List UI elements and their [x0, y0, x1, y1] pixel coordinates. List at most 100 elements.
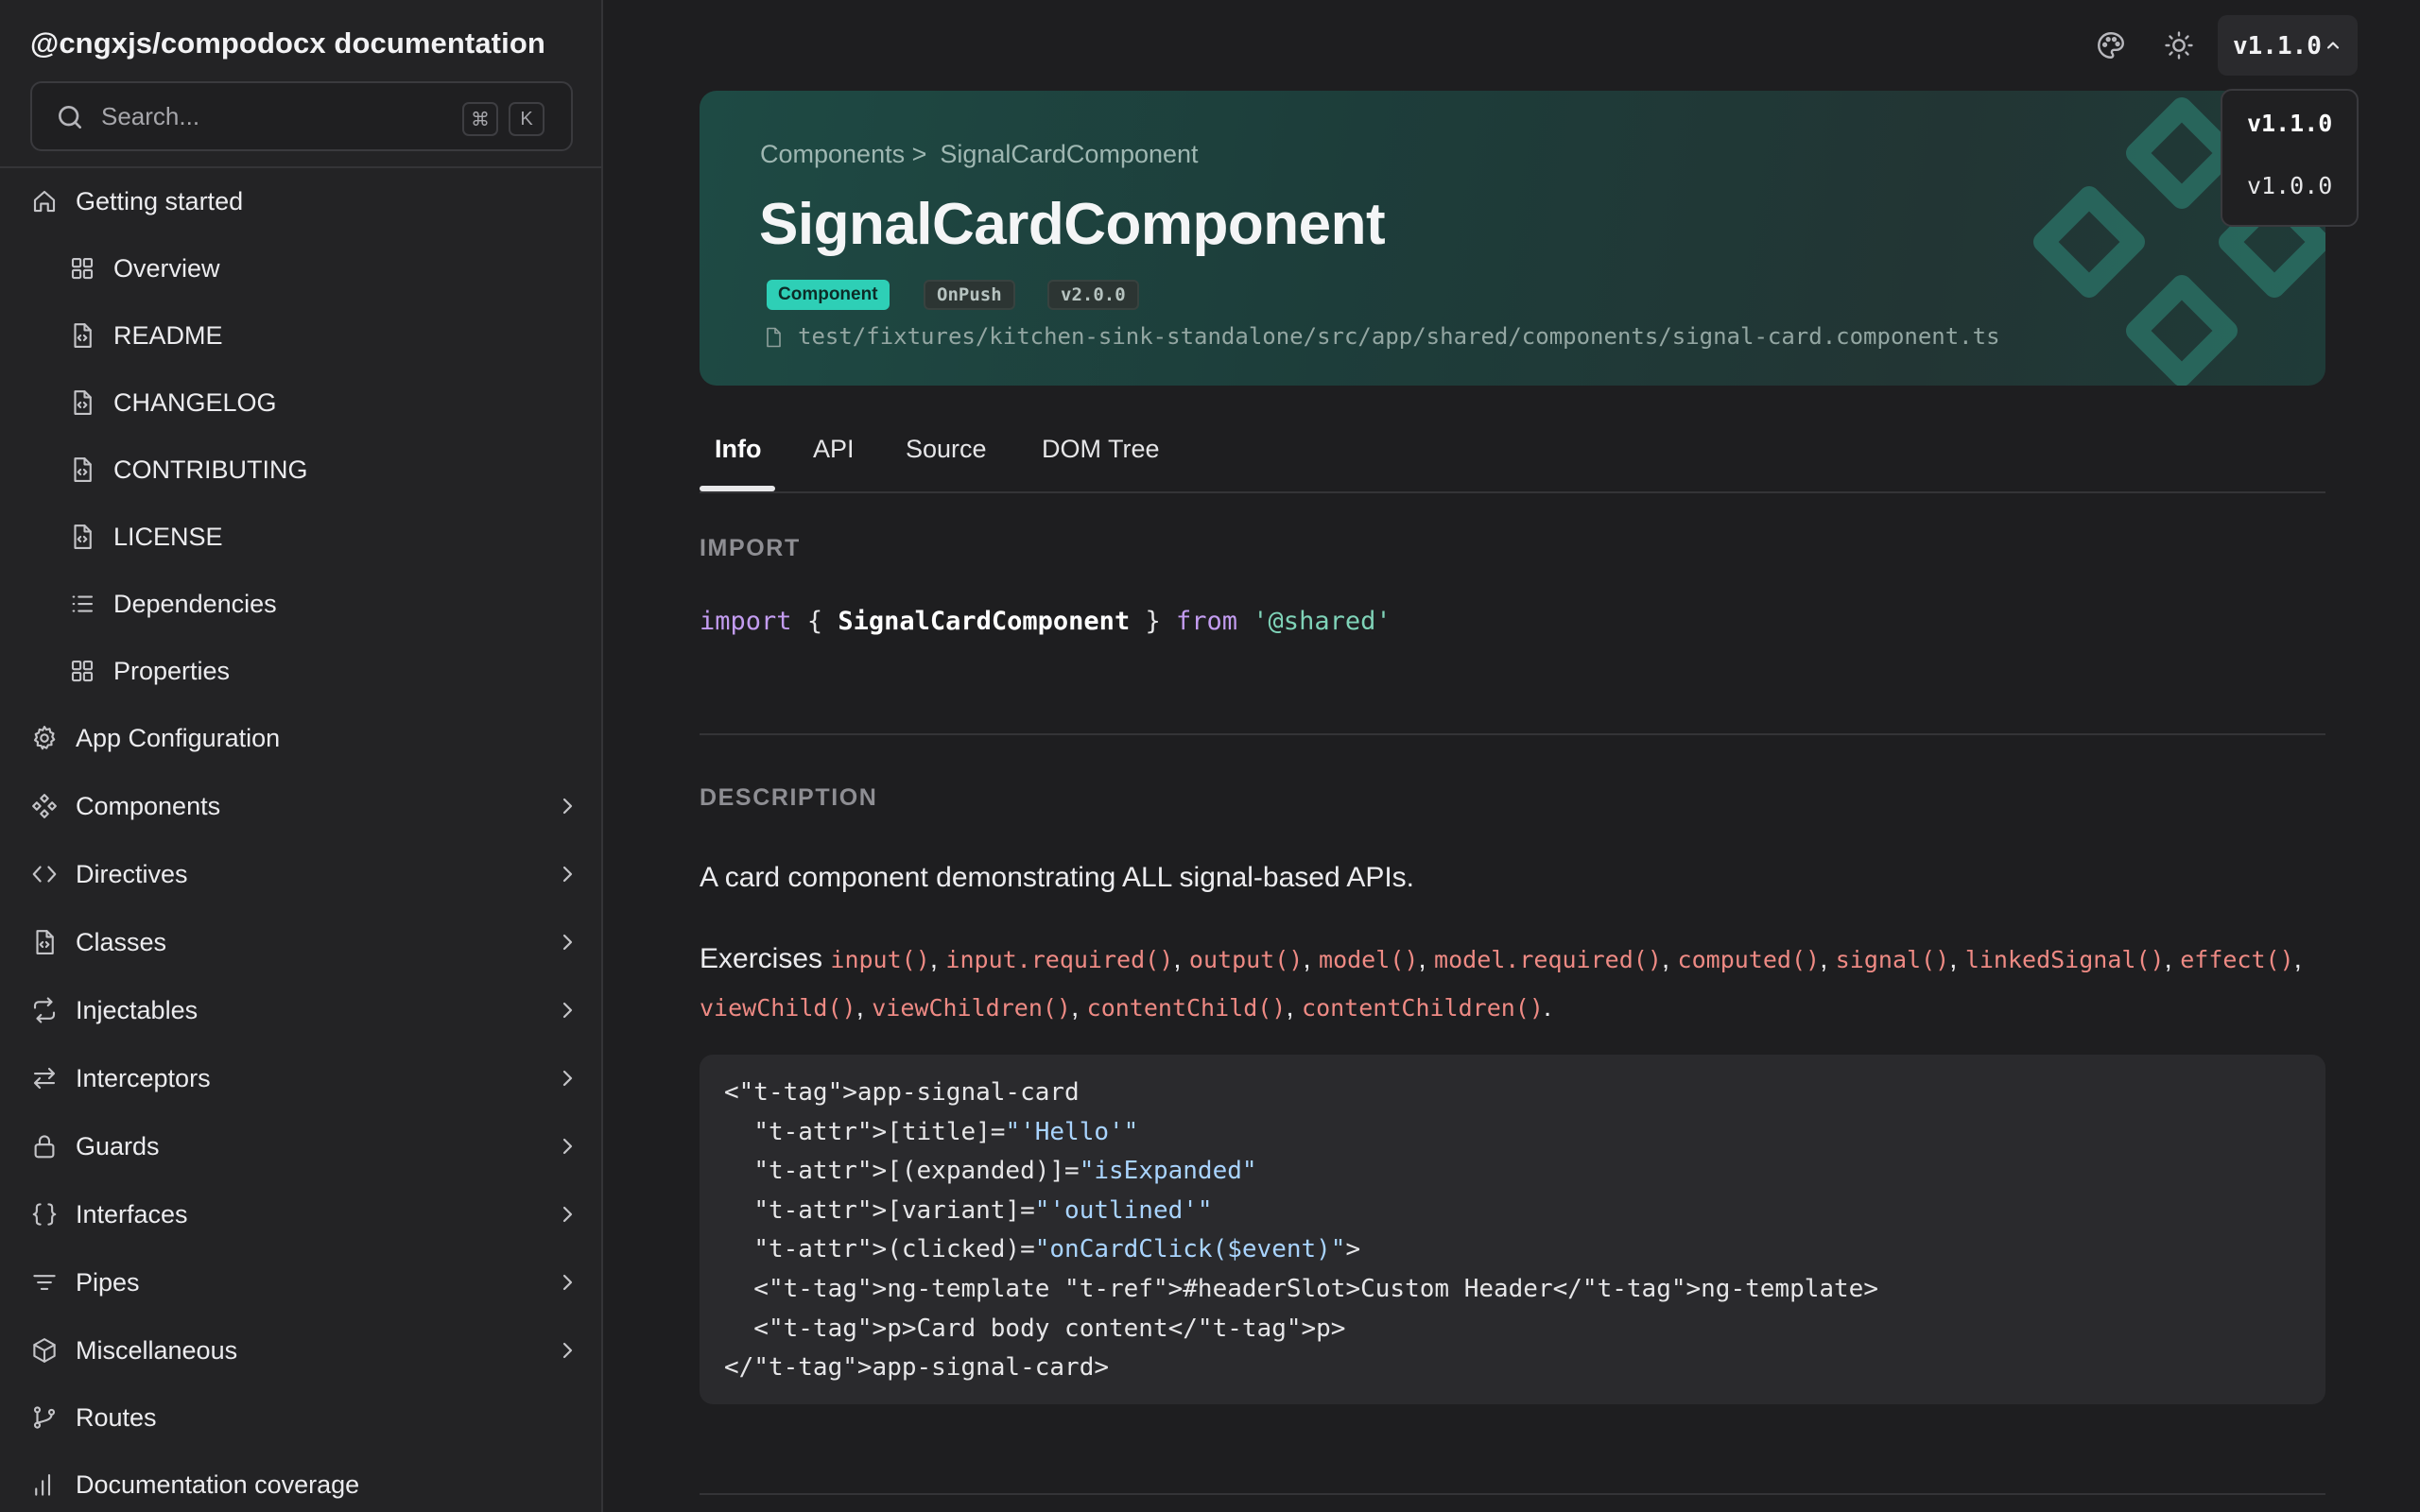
usage-code: <"t-tag">app-signal-card "t-attr">[title…: [724, 1074, 1878, 1388]
gear-icon: [30, 724, 59, 752]
sidebar-item-dependencies[interactable]: Dependencies: [0, 576, 601, 632]
import-symbol: SignalCardComponent: [838, 607, 1131, 636]
api-code: input(): [830, 946, 930, 973]
sidebar-item-license[interactable]: LICENSE: [0, 508, 601, 565]
import-module: '@shared': [1253, 607, 1392, 636]
chevron-right-icon[interactable]: [556, 1203, 579, 1226]
version-badge: v2.0.0: [1047, 280, 1139, 310]
search-icon: [55, 102, 85, 132]
sidebar-item-directives[interactable]: Directives: [0, 846, 601, 902]
file-path[interactable]: test/fixtures/kitchen-sink-standalone/sr…: [798, 323, 2000, 350]
sidebar-item-getting-started[interactable]: Getting started: [0, 173, 601, 230]
shortcut-cmd-key: ⌘: [462, 102, 498, 136]
breadcrumb-parent[interactable]: Components >: [760, 140, 926, 168]
braces-icon: [30, 1200, 59, 1228]
sidebar-item-label: Dependencies: [113, 589, 277, 618]
arrows-swap-icon: [30, 1064, 59, 1092]
sidebar-item-label: Miscellaneous: [76, 1335, 238, 1365]
sidebar-divider: [0, 166, 601, 168]
sun-icon: [2163, 29, 2195, 61]
chevron-right-icon[interactable]: [556, 1339, 579, 1362]
api-code: contentChildren(): [1302, 994, 1544, 1022]
tab-dom-tree[interactable]: DOM Tree: [1042, 435, 1160, 464]
file-code-icon: [68, 321, 96, 350]
code-line: "t-attr">[(expanded)]="isExpanded": [753, 1157, 1257, 1186]
search-placeholder[interactable]: Search...: [101, 102, 199, 131]
description-heading: DESCRIPTION: [700, 784, 878, 811]
api-code: viewChild(): [700, 994, 856, 1022]
sidebar-item-label: Documentation coverage: [76, 1469, 360, 1499]
page-title: SignalCardComponent: [759, 192, 1386, 257]
sidebar: @cngxjs/compodocx documentation Search..…: [0, 0, 603, 1512]
api-code: effect(): [2180, 946, 2294, 973]
sidebar-item-label: Directives: [76, 859, 188, 888]
sidebar-item-interceptors[interactable]: Interceptors: [0, 1050, 601, 1107]
components-icon: [30, 792, 59, 820]
file-icon: [762, 325, 785, 350]
import-statement[interactable]: import { SignalCardComponent } from '@sh…: [700, 607, 1392, 636]
version-option-current[interactable]: v1.1.0: [2247, 110, 2332, 137]
code-line: <"t-tag">app-signal-card: [724, 1078, 1080, 1107]
description-summary: A card component demonstrating ALL signa…: [700, 862, 1415, 893]
list-icon: [68, 590, 96, 618]
chevron-right-icon[interactable]: [556, 863, 579, 885]
site-title[interactable]: @cngxjs/compodocx documentation: [30, 26, 545, 60]
version-option[interactable]: v1.0.0: [2247, 172, 2332, 199]
usage-code-block[interactable]: <"t-tag">app-signal-card "t-attr">[title…: [700, 1055, 2325, 1404]
palette-button[interactable]: [2092, 26, 2130, 64]
code-line: "t-attr">[variant]="'outlined'": [753, 1195, 1213, 1225]
code-line: "t-attr">[title]="'Hello'": [753, 1117, 1139, 1146]
sidebar-item-properties[interactable]: Properties: [0, 643, 601, 699]
sidebar-item-readme[interactable]: README: [0, 307, 601, 364]
search-box[interactable]: Search... ⌘ K: [30, 81, 573, 151]
chevron-right-icon[interactable]: [556, 931, 579, 954]
sidebar-item-contributing[interactable]: CONTRIBUTING: [0, 441, 601, 498]
sidebar-item-classes[interactable]: Classes: [0, 914, 601, 971]
file-code-icon: [68, 523, 96, 551]
sidebar-item-injectables[interactable]: Injectables: [0, 982, 601, 1039]
chevron-right-icon[interactable]: [556, 999, 579, 1022]
sidebar-item-changelog[interactable]: CHANGELOG: [0, 374, 601, 431]
type-badge: Component: [767, 280, 890, 310]
sidebar-item-guards[interactable]: Guards: [0, 1118, 601, 1175]
palette-icon: [2095, 29, 2127, 61]
import-keyword: import: [700, 607, 792, 636]
sidebar-item-components[interactable]: Components: [0, 778, 601, 834]
git-branch-icon: [30, 1403, 59, 1432]
sidebar-item-pipes[interactable]: Pipes: [0, 1254, 601, 1311]
sidebar-item-miscellaneous[interactable]: Miscellaneous: [0, 1322, 601, 1379]
sidebar-item-documentation-coverage[interactable]: Documentation coverage: [0, 1456, 601, 1512]
chevron-right-icon[interactable]: [556, 1067, 579, 1090]
grid-icon: [68, 657, 96, 685]
theme-toggle-button[interactable]: [2160, 26, 2198, 64]
version-selected: v1.1.0: [2233, 32, 2322, 60]
sidebar-item-label: Getting started: [76, 186, 244, 215]
tab-info[interactable]: Info: [715, 435, 761, 464]
chevron-right-icon[interactable]: [556, 1135, 579, 1158]
component-hero: Components > SignalCardComponent SignalCa…: [700, 91, 2325, 386]
repeat-icon: [30, 996, 59, 1024]
tab-source[interactable]: Source: [906, 435, 987, 464]
filter-icon: [30, 1268, 59, 1297]
file-code-icon: [68, 455, 96, 484]
code-line: </"t-tag">app-signal-card>: [724, 1353, 1109, 1383]
brace-open: {: [806, 607, 823, 636]
file-code-icon: [30, 928, 59, 956]
sidebar-item-routes[interactable]: Routes: [0, 1389, 601, 1446]
chevron-right-icon[interactable]: [556, 1271, 579, 1294]
version-selector[interactable]: v1.1.0: [2218, 15, 2358, 76]
api-code: computed(): [1677, 946, 1821, 973]
api-code: contentChild(): [1086, 994, 1287, 1022]
tab-api[interactable]: API: [813, 435, 855, 464]
sidebar-item-interfaces[interactable]: Interfaces: [0, 1186, 601, 1243]
code-line: <"t-tag">p>Card body content</"t-tag">p>: [724, 1314, 1346, 1343]
sidebar-item-label: App Configuration: [76, 723, 281, 752]
shortcut-k-key: K: [509, 102, 544, 136]
active-tab-indicator: [700, 486, 775, 491]
chevron-right-icon[interactable]: [556, 795, 579, 817]
sidebar-item-overview[interactable]: Overview: [0, 240, 601, 297]
code-brackets-icon: [30, 860, 59, 888]
sidebar-item-app-configuration[interactable]: App Configuration: [0, 710, 601, 766]
sidebar-item-label: Interceptors: [76, 1063, 211, 1092]
section-divider: [700, 733, 2325, 735]
